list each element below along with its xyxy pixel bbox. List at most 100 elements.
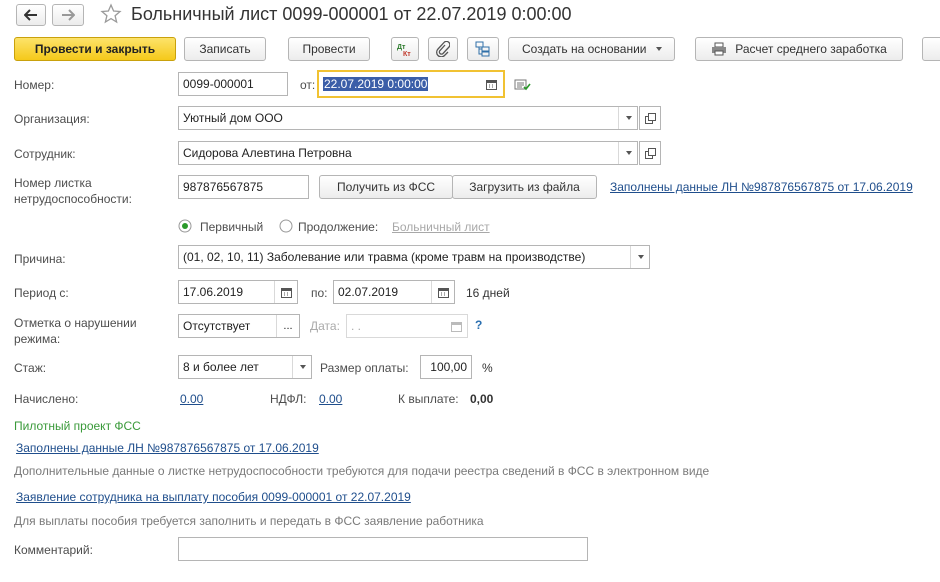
period-from-value: 17.06.2019 bbox=[183, 285, 244, 299]
window-title: Больничный лист 0099-000001 от 22.07.201… bbox=[131, 4, 572, 24]
continuation-label: Продолжение: bbox=[298, 220, 379, 234]
period-to-field[interactable]: 02.07.2019 bbox=[333, 280, 455, 304]
experience-label: Стаж: bbox=[14, 361, 47, 375]
period-label: Период с: bbox=[14, 286, 69, 300]
dtkt-button[interactable]: Дт Кт bbox=[391, 37, 419, 61]
sheet-number-label-2: нетрудоспособности: bbox=[14, 192, 132, 206]
reason-dropdown[interactable] bbox=[630, 246, 649, 268]
period-from-field[interactable]: 17.06.2019 bbox=[178, 280, 298, 304]
back-button[interactable] bbox=[16, 4, 46, 26]
percent-sign: % bbox=[482, 361, 493, 375]
period-to-label: по: bbox=[311, 286, 328, 300]
chevron-down-icon bbox=[625, 116, 632, 120]
experience-value: 8 и более лет bbox=[183, 360, 259, 374]
continuation-radio[interactable] bbox=[279, 219, 293, 236]
create-based-button[interactable]: Создать на основании bbox=[508, 37, 675, 61]
post-and-close-button[interactable]: Провести и закрыть bbox=[14, 37, 176, 61]
fss-note-2: Для выплаты пособия требуется заполнить … bbox=[14, 514, 484, 528]
from-label: от: bbox=[300, 78, 316, 92]
dtkt-icon: ДтКт bbox=[397, 44, 411, 57]
primary-label: Первичный bbox=[200, 220, 264, 234]
comment-field[interactable] bbox=[178, 537, 588, 561]
payment-size-field[interactable]: 100,00 bbox=[420, 355, 472, 379]
fss-pilot-title: Пилотный проект ФСС bbox=[14, 419, 141, 433]
open-icon bbox=[644, 112, 656, 124]
favorite-star-icon[interactable] bbox=[100, 3, 122, 28]
period-to-value: 02.07.2019 bbox=[338, 285, 399, 299]
fss-note-1: Дополнительные данные о листке нетрудосп… bbox=[14, 464, 710, 478]
to-pay-label: К выплате: bbox=[398, 392, 459, 406]
forward-button[interactable] bbox=[52, 4, 84, 26]
accrued-value[interactable]: 0.00 bbox=[180, 392, 203, 406]
structure-button[interactable] bbox=[467, 37, 499, 61]
reason-label: Причина: bbox=[14, 252, 66, 266]
create-based-label: Создать на основании bbox=[522, 42, 647, 56]
primary-radio[interactable] bbox=[178, 219, 192, 236]
sheet-number-label-1: Номер листка bbox=[14, 176, 92, 190]
organization-label: Организация: bbox=[14, 112, 90, 126]
violation-date-label: Дата: bbox=[310, 319, 340, 333]
employee-field[interactable]: Сидорова Алевтина Петровна bbox=[178, 141, 638, 165]
payment-size-value: 100,00 bbox=[430, 360, 467, 374]
filled-data-link-top[interactable]: Заполнены данные ЛН №987876567875 от 17.… bbox=[610, 180, 913, 194]
continuation-link: Больничный лист bbox=[392, 220, 490, 234]
reason-value: (01, 02, 10, 11) Заболевание или травма … bbox=[183, 250, 586, 264]
organization-value: Уютный дом ООО bbox=[183, 111, 283, 125]
svg-text:Кт: Кт bbox=[403, 51, 411, 57]
number-field[interactable]: 0099-000001 bbox=[178, 72, 288, 96]
save-button[interactable]: Записать bbox=[184, 37, 266, 61]
calendar-icon[interactable] bbox=[274, 281, 297, 303]
employee-value: Сидорова Алевтина Петровна bbox=[183, 146, 352, 160]
chevron-down-icon bbox=[299, 365, 306, 369]
open-icon bbox=[644, 147, 656, 159]
employee-label: Сотрудник: bbox=[14, 147, 76, 161]
organization-open-button[interactable] bbox=[639, 106, 661, 130]
load-from-file-button[interactable]: Загрузить из файла bbox=[452, 175, 597, 199]
organization-field[interactable]: Уютный дом ООО bbox=[178, 106, 638, 130]
application-link[interactable]: Заявление сотрудника на выплату пособия … bbox=[16, 490, 411, 504]
post-button[interactable]: Провести bbox=[288, 37, 370, 61]
svg-text:Дт: Дт bbox=[397, 44, 406, 51]
chevron-down-icon bbox=[637, 255, 644, 259]
date-value: 22.07.2019 0:00:00 bbox=[323, 77, 429, 91]
employee-open-button[interactable] bbox=[639, 141, 661, 165]
calendar-icon[interactable] bbox=[479, 72, 503, 96]
days-count: 16 дней bbox=[466, 286, 510, 300]
document-status-icon[interactable] bbox=[514, 78, 532, 95]
get-from-fss-button[interactable]: Получить из ФСС bbox=[319, 175, 453, 199]
ndfl-value[interactable]: 0.00 bbox=[319, 392, 342, 406]
filled-data-link[interactable]: Заполнены данные ЛН №987876567875 от 17.… bbox=[16, 441, 319, 455]
calendar-icon bbox=[445, 315, 467, 337]
calendar-icon[interactable] bbox=[431, 281, 454, 303]
organization-dropdown[interactable] bbox=[618, 107, 637, 129]
violation-field[interactable]: Отсутствует ... bbox=[178, 314, 300, 338]
avg-salary-label: Расчет среднего заработка bbox=[735, 42, 887, 56]
avg-salary-button[interactable]: Расчет среднего заработка bbox=[695, 37, 903, 61]
date-field[interactable]: 22.07.2019 0:00:00 bbox=[317, 70, 505, 98]
help-icon[interactable]: ? bbox=[475, 318, 482, 332]
number-label: Номер: bbox=[14, 78, 55, 92]
violation-value: Отсутствует bbox=[183, 319, 251, 333]
chevron-down-icon bbox=[625, 151, 632, 155]
experience-field[interactable]: 8 и более лет bbox=[178, 355, 312, 379]
experience-dropdown[interactable] bbox=[292, 356, 311, 378]
comment-label: Комментарий: bbox=[14, 543, 93, 557]
to-pay-value: 0,00 bbox=[470, 392, 494, 406]
arrow-left-icon bbox=[24, 9, 37, 21]
violation-label-1: Отметка о нарушении bbox=[14, 316, 137, 330]
sheet-number-field[interactable]: 987876567875 bbox=[178, 175, 309, 199]
violation-date-field: . . bbox=[346, 314, 468, 338]
select-button[interactable]: ... bbox=[276, 315, 299, 337]
payment-size-label: Размер оплаты: bbox=[320, 361, 409, 375]
attach-button[interactable] bbox=[428, 37, 458, 61]
ndfl-label: НДФЛ: bbox=[270, 392, 307, 406]
reason-field[interactable]: (01, 02, 10, 11) Заболевание или травма … bbox=[178, 245, 650, 269]
violation-label-2: режима: bbox=[14, 332, 61, 346]
more-button[interactable] bbox=[922, 37, 940, 61]
employee-dropdown[interactable] bbox=[618, 142, 637, 164]
arrow-right-icon bbox=[62, 9, 75, 21]
paperclip-icon bbox=[436, 41, 450, 57]
violation-date-value: . . bbox=[351, 319, 362, 333]
printer-icon bbox=[712, 42, 727, 56]
structure-icon bbox=[475, 41, 490, 57]
